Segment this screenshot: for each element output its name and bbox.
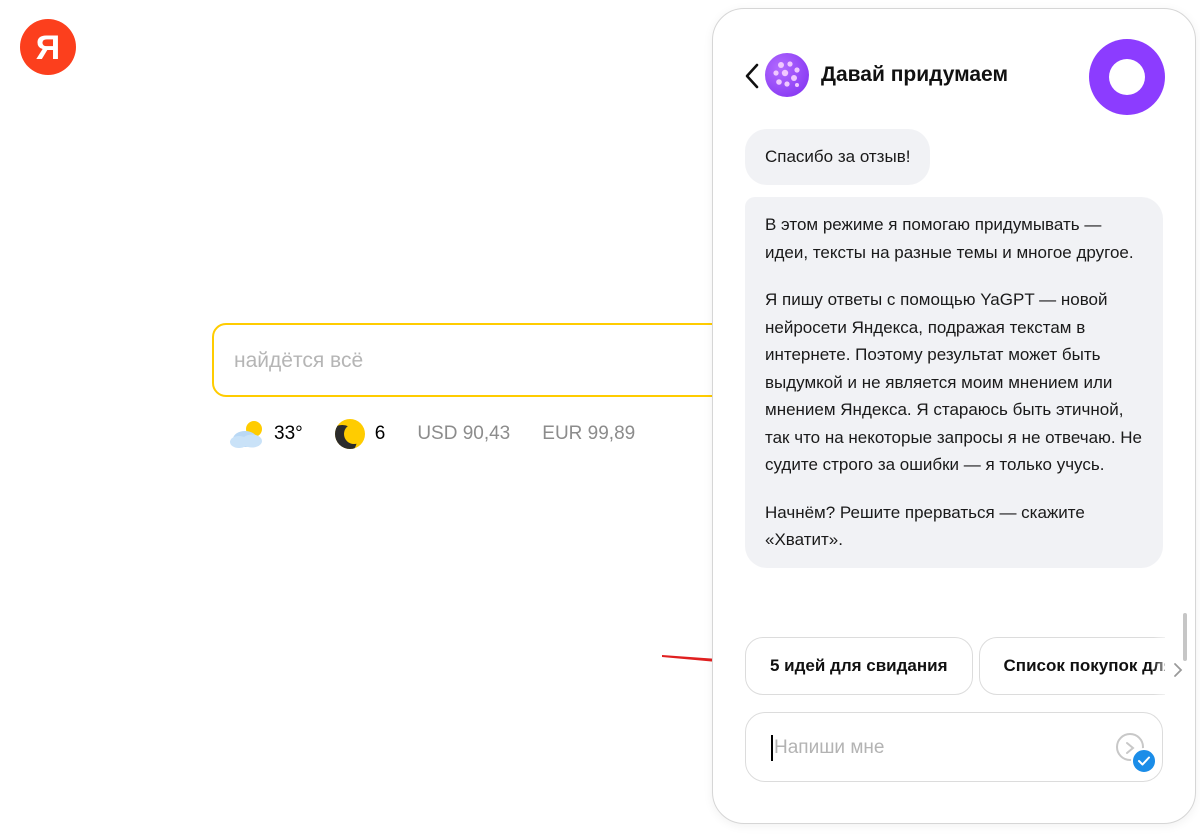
chat-title: Давай придумаем	[821, 63, 1008, 86]
text-caret	[771, 735, 773, 761]
cloud-sun-icon	[228, 417, 266, 451]
message-input-box	[745, 712, 1163, 782]
chat-scrollbar[interactable]	[1183, 613, 1187, 661]
eur-rate-text: EUR 99,89	[542, 423, 636, 444]
spellcheck-badge[interactable]	[1131, 748, 1157, 774]
message-bubble: В этом режиме я помогаю придумывать — ид…	[745, 197, 1163, 568]
back-button[interactable]	[741, 61, 765, 91]
chevron-right-icon[interactable]	[1171, 661, 1185, 679]
suggestion-chip[interactable]: Список покупок для	[978, 637, 1165, 695]
yandex-logo-letter: Я	[35, 29, 61, 67]
weather-temperature: 33°	[274, 423, 303, 444]
message-paragraph: Начнём? Решите прерваться — скажите «Хва…	[765, 502, 1085, 550]
skill-avatar-icon	[765, 53, 809, 97]
usd-rate[interactable]: USD 90,43	[417, 423, 510, 445]
traffic-light-icon	[334, 419, 365, 449]
message-bubble: Спасибо за отзыв!	[745, 129, 931, 185]
alice-icon[interactable]	[1089, 39, 1165, 115]
weather-informer[interactable]: 33°	[228, 417, 303, 451]
message-text: Спасибо за отзыв!	[765, 147, 911, 166]
eur-rate[interactable]: EUR 99,89	[542, 423, 635, 445]
usd-rate-text: USD 90,43	[417, 423, 511, 444]
informers-row: 33° 6 USD 90,43 EUR 99,89	[228, 417, 667, 451]
chevron-left-icon	[745, 63, 759, 89]
checkmark-icon	[1138, 756, 1150, 766]
search-bar	[212, 323, 772, 397]
message-input[interactable]	[774, 733, 1094, 763]
suggestion-chip[interactable]: 5 идей для свидания	[745, 637, 973, 695]
alice-chat-panel: Давай придумаем Спасибо за отзыв! В этом…	[712, 8, 1196, 824]
traffic-score: 6	[374, 423, 386, 444]
traffic-informer[interactable]: 6	[334, 419, 386, 449]
chips-fade	[1153, 637, 1173, 695]
message-paragraph: В этом режиме я помогаю придумывать — ид…	[765, 215, 1134, 262]
message-paragraph: Я пишу ответы с помощью YaGPT — новой не…	[765, 290, 1142, 474]
yandex-logo[interactable]: Я	[20, 19, 76, 75]
search-input[interactable]	[234, 345, 704, 377]
suggestion-chips: 5 идей для свидания Список покупок для	[745, 637, 1165, 695]
